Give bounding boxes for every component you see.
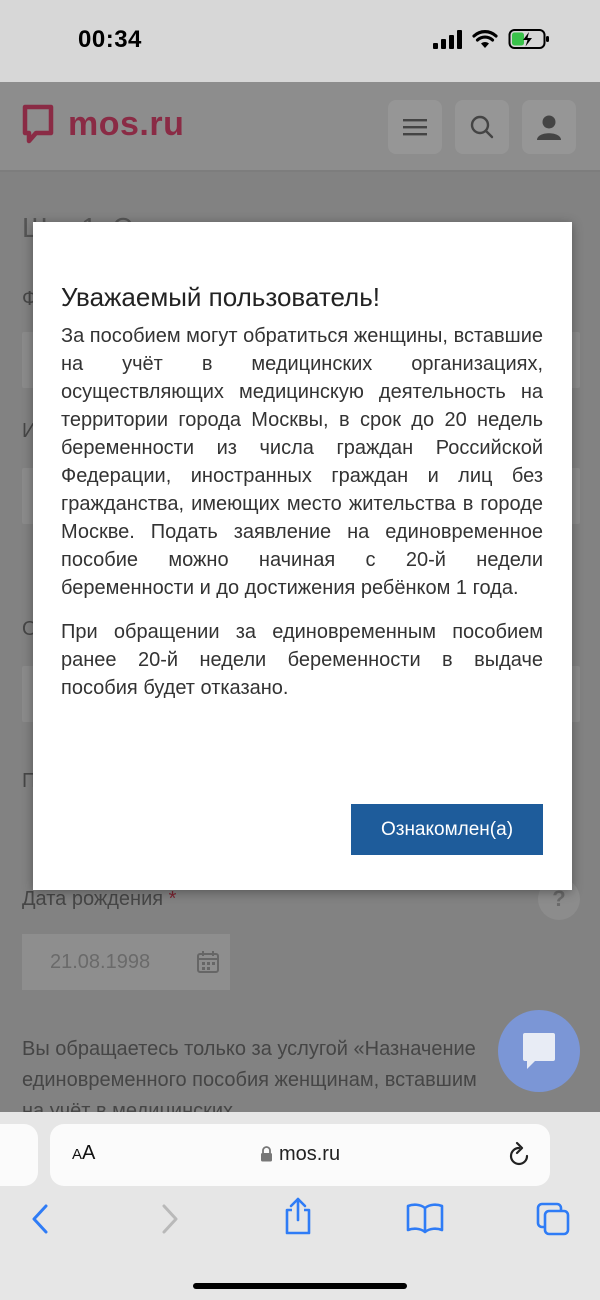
address-bar[interactable]: AA mos.ru [50, 1124, 550, 1186]
reload-icon[interactable] [506, 1140, 532, 1168]
browser-toolbar [0, 1197, 600, 1242]
acknowledge-button[interactable]: Ознакомлен(а) [351, 804, 543, 855]
calendar-icon[interactable] [196, 950, 220, 974]
forward-icon[interactable] [160, 1202, 180, 1236]
service-info-text: Вы обращаетесь только за услугой «Назнач… [22, 1038, 477, 1112]
lock-icon [260, 1146, 272, 1162]
cellular-signal-icon [433, 29, 462, 49]
modal-title: Уважаемый пользователь! [61, 282, 380, 312]
search-button[interactable] [455, 100, 509, 154]
chat-bubble-icon [523, 1033, 555, 1069]
user-icon [537, 115, 561, 140]
wifi-icon [472, 29, 498, 49]
chat-button[interactable] [498, 1010, 580, 1092]
site-header: mos.ru [0, 82, 600, 172]
birth-date-input[interactable]: 21.08.1998 [22, 934, 230, 990]
modal-paragraph: При обращении за единовременным пособием… [61, 621, 543, 699]
bookmarks-icon[interactable] [406, 1202, 444, 1234]
search-icon [470, 115, 494, 139]
back-icon[interactable] [30, 1202, 50, 1236]
birth-date-label-text: Дата рождения [22, 888, 164, 910]
notice-modal: Уважаемый пользователь! За пособием могу… [33, 222, 572, 890]
birth-date-label: Дата рождения * [22, 888, 176, 911]
modal-paragraph: За пособием могут обратиться женщины, вс… [61, 325, 543, 599]
status-bar: 00:34 [0, 0, 600, 82]
birth-date-value: 21.08.1998 [50, 950, 151, 973]
status-time: 00:34 [78, 26, 142, 53]
hamburger-icon [403, 119, 427, 136]
site-logo[interactable]: mos.ru [22, 104, 184, 144]
menu-button[interactable] [388, 100, 442, 154]
home-indicator[interactable] [193, 1283, 407, 1289]
modal-body: За пособием могут обратиться женщины, вс… [61, 322, 543, 702]
browser-chrome: AA mos.ru [0, 1112, 600, 1300]
url-text: mos.ru [278, 1143, 341, 1165]
status-icons [433, 28, 550, 50]
required-mark: * [168, 888, 177, 910]
url-display[interactable]: mos.ru [50, 1143, 550, 1166]
share-icon[interactable] [282, 1196, 314, 1236]
tabs-icon[interactable] [536, 1202, 570, 1236]
previous-tab[interactable] [0, 1124, 38, 1186]
logo-text: mos.ru [68, 104, 185, 143]
mos-logo-icon [22, 104, 54, 144]
profile-button[interactable] [522, 100, 576, 154]
battery-charging-icon [508, 28, 550, 50]
